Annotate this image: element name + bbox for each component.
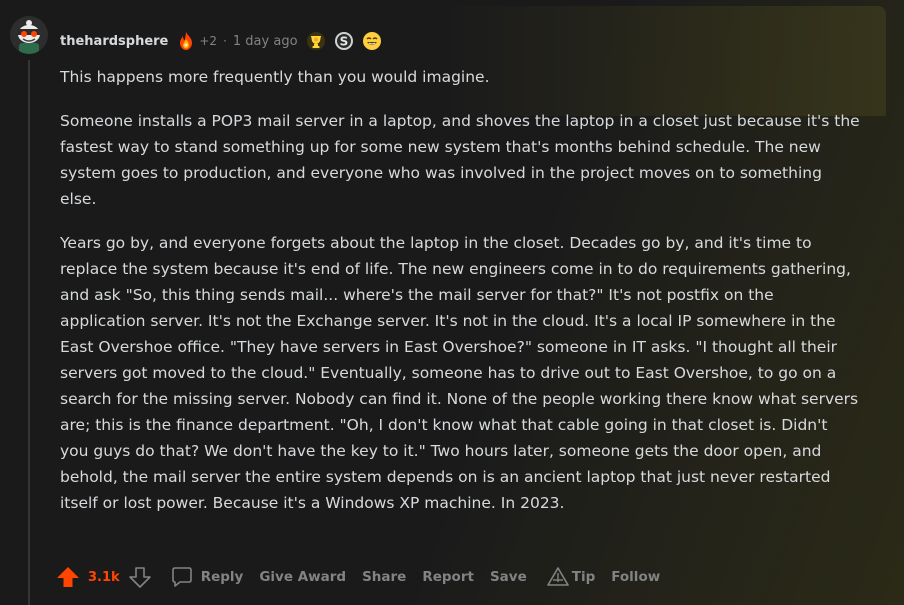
save-button[interactable]: Save: [490, 569, 527, 585]
tip-button[interactable]: Tip: [546, 567, 596, 587]
give-award-label: Give Award: [259, 569, 347, 585]
comment-timestamp[interactable]: 1 day ago: [233, 34, 298, 49]
silver-s-award-icon[interactable]: S: [334, 31, 354, 51]
reply-button[interactable]: Reply: [170, 565, 244, 589]
tip-label: Tip: [571, 569, 596, 585]
report-button[interactable]: Report: [422, 569, 474, 585]
thread-line[interactable]: [28, 60, 30, 605]
comment-header: thehardsphere +2 · 1 day ago S: [60, 29, 382, 53]
share-button[interactable]: Share: [362, 569, 406, 585]
svg-text:S: S: [339, 35, 348, 49]
comment-body: This happens more frequently than you wo…: [60, 64, 860, 534]
comment-paragraph: This happens more frequently than you wo…: [60, 68, 490, 86]
reply-label: Reply: [200, 569, 244, 585]
comment-paragraph: Years go by, and everyone forgets about …: [60, 234, 859, 512]
header-separator: ·: [223, 34, 227, 48]
follow-button[interactable]: Follow: [611, 569, 660, 585]
vote-count: 3.1k: [88, 569, 120, 585]
upvote-arrow-icon[interactable]: [56, 565, 80, 589]
chat-bubble-icon: [171, 567, 192, 587]
tip-triangle-icon: [546, 567, 569, 586]
downvote-arrow-icon[interactable]: [128, 565, 152, 589]
avatar[interactable]: [10, 16, 48, 54]
snoo-avatar-icon: [10, 16, 48, 54]
fire-flair-icon: [176, 31, 196, 51]
gold-trophy-award-icon[interactable]: [306, 31, 326, 51]
comment-paragraph: Someone installs a POP3 mail server in a…: [60, 112, 860, 208]
extra-awards-count[interactable]: +2: [199, 34, 217, 48]
share-label: Share: [362, 569, 407, 585]
give-award-button[interactable]: Give Award: [259, 569, 346, 585]
laughing-face-award-icon[interactable]: [362, 31, 382, 51]
author-username[interactable]: thehardsphere: [60, 34, 168, 49]
comment-action-bar: 3.1k Reply Give Award Share Report Save …: [56, 562, 660, 592]
save-label: Save: [489, 569, 527, 585]
report-label: Report: [422, 569, 474, 585]
follow-label: Follow: [611, 569, 661, 585]
